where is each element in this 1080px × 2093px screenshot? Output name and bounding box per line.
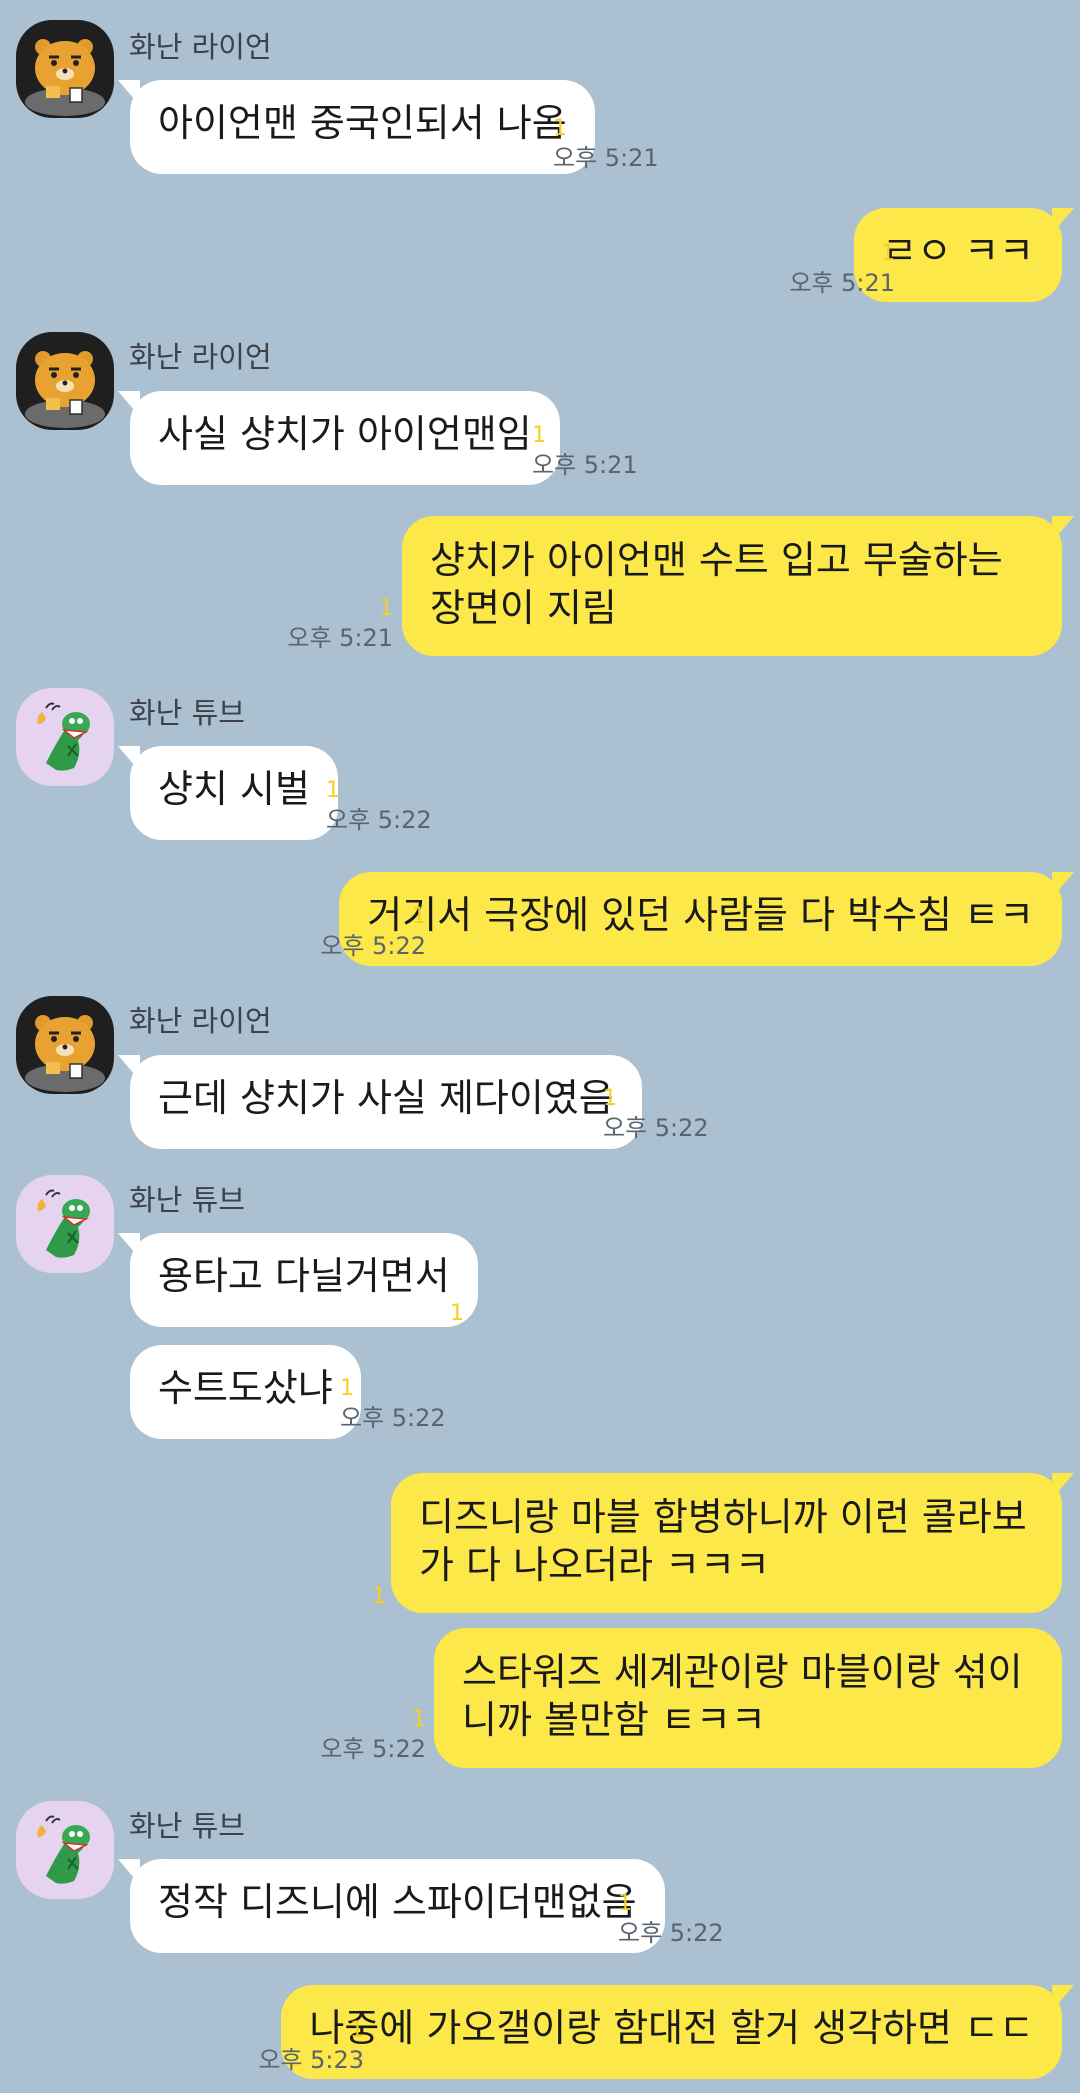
message-text: 아이언맨 중국인되서 나옴 (158, 101, 567, 145)
outgoing-message[interactable]: 나중에 가오갤이랑 함대전 할거 생각하면 ㄷㄷ (281, 1985, 1074, 2079)
unread-count: 1 (412, 1707, 426, 1732)
outgoing-message[interactable]: 디즈니랑 마블 합병하니까 이런 콜라보가 다 나오더라 ㅋㅋㅋ (391, 1473, 1074, 1613)
incoming-message[interactable]: 샹치 시벌 (118, 746, 338, 840)
message-meta: 1 오후 5:21 (789, 241, 895, 297)
tube-avatar-icon[interactable] (16, 1175, 114, 1273)
unread-count: 1 (350, 2018, 364, 2043)
message-time: 오후 5:21 (789, 269, 895, 297)
message-text: 디즈니랑 마블 합병하니까 이런 콜라보가 다 나오더라 ㅋㅋㅋ (419, 1495, 1027, 1587)
unread-count: 1 (532, 423, 546, 448)
message-text: 용타고 다닐거면서 (158, 1254, 450, 1298)
message-time: 오후 5:22 (603, 1114, 709, 1142)
outgoing-message[interactable]: 샹치가 아이언맨 수트 입고 무술하는 장면이 지림 (402, 516, 1074, 656)
ryan-avatar-icon[interactable] (16, 20, 114, 118)
message-time: 오후 5:22 (618, 1919, 724, 1947)
message-meta: 1 오후 5:23 (258, 2018, 364, 2074)
unread-count: 1 (340, 1376, 354, 1401)
sender-name: 화난 튜브 (129, 1809, 245, 1843)
unread-count: 1 (881, 241, 895, 266)
incoming-message[interactable]: 수트도샀냐 (130, 1345, 361, 1439)
message-time: 오후 5:21 (553, 144, 659, 172)
message-meta: 1 오후 5:21 (553, 116, 659, 172)
message-time: 오후 5:22 (320, 1735, 426, 1763)
message-text: 샹치가 아이언맨 수트 입고 무술하는 장면이 지림 (430, 538, 1003, 630)
unread-count: 1 (326, 778, 340, 803)
outgoing-message[interactable]: 거기서 극장에 있던 사람들 다 박수침 ㅌㅋ (339, 872, 1074, 966)
message-time: 오후 5:22 (320, 932, 426, 960)
message-meta: 1 오후 5:22 (326, 778, 432, 834)
message-meta: 1 오후 5:22 (320, 1707, 426, 1763)
sender-name: 화난 라이언 (129, 30, 272, 64)
message-time: 오후 5:22 (326, 806, 432, 834)
message-meta: 1 오후 5:22 (340, 1376, 446, 1432)
message-text: 스타워즈 세계관이랑 마블이랑 섞이니까 볼만함 ㅌㅋㅋ (462, 1650, 1023, 1742)
incoming-message[interactable]: 정작 디즈니에 스파이더맨없음 (118, 1859, 665, 1953)
incoming-message[interactable]: 근데 샹치가 사실 제다이였음 (118, 1055, 642, 1149)
message-text: 거기서 극장에 있던 사람들 다 박수침 ㅌㅋ (367, 893, 1034, 937)
message-time: 오후 5:22 (340, 1404, 446, 1432)
unread-count: 1 (412, 904, 426, 929)
incoming-message[interactable]: 사실 샹치가 아이언맨임 (118, 391, 560, 485)
message-time: 오후 5:23 (258, 2046, 364, 2074)
message-text: 수트도샀냐 (158, 1366, 333, 1410)
message-text: ㄹㅇ ㅋㅋ (882, 229, 1034, 273)
sender-name: 화난 라이언 (129, 1004, 272, 1038)
message-meta: 1 오후 5:22 (603, 1086, 709, 1142)
unread-count: 1 (603, 1086, 617, 1111)
message-text: 샹치 시벌 (158, 767, 310, 811)
message-text: 사실 샹치가 아이언맨임 (158, 412, 532, 456)
unread-count: 1 (450, 1301, 464, 1326)
message-meta: 1 오후 5:22 (618, 1891, 724, 1947)
message-text: 정작 디즈니에 스파이더맨없음 (158, 1880, 637, 1924)
message-time: 오후 5:21 (287, 624, 393, 652)
message-time: 오후 5:21 (532, 451, 638, 479)
unread-count: 1 (553, 116, 567, 141)
message-meta: 1 오후 5:21 (532, 423, 638, 479)
sender-name: 화난 라이언 (129, 340, 272, 374)
incoming-message[interactable]: 아이언맨 중국인되서 나옴 (118, 80, 595, 174)
unread-count: 1 (379, 596, 393, 621)
message-text: 나중에 가오갤이랑 함대전 할거 생각하면 ㄷㄷ (309, 2006, 1034, 2050)
sender-name: 화난 튜브 (129, 696, 245, 730)
incoming-message[interactable]: 용타고 다닐거면서 (118, 1233, 478, 1327)
unread-count: 1 (618, 1891, 632, 1916)
tube-avatar-icon[interactable] (16, 1801, 114, 1899)
ryan-avatar-icon[interactable] (16, 332, 114, 430)
message-text: 근데 샹치가 사실 제다이였음 (158, 1076, 614, 1120)
message-meta: 1 오후 5:22 (320, 904, 426, 960)
outgoing-message[interactable]: 스타워즈 세계관이랑 마블이랑 섞이니까 볼만함 ㅌㅋㅋ (434, 1628, 1062, 1768)
sender-name: 화난 튜브 (129, 1183, 245, 1217)
unread-count: 1 (372, 1584, 386, 1609)
ryan-avatar-icon[interactable] (16, 996, 114, 1094)
message-meta: 1 오후 5:21 (287, 596, 393, 652)
tube-avatar-icon[interactable] (16, 688, 114, 786)
